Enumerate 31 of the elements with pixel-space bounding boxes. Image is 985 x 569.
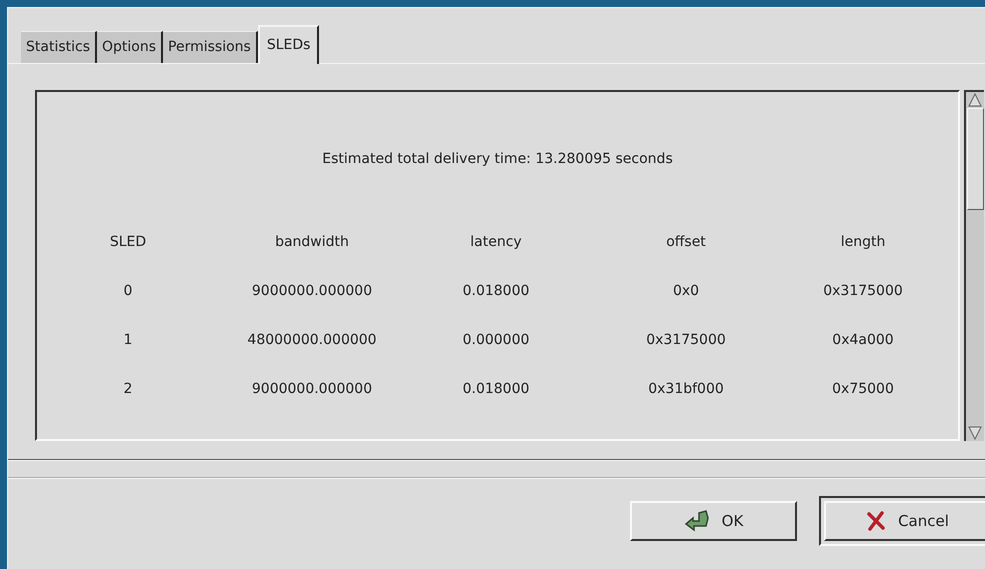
table-cell-text: 1 [122,331,134,350]
cancel-button[interactable]: Cancel [824,501,985,541]
table-cell-text: 0 [122,282,134,301]
table-cell-text: 0x3175000 [645,331,727,350]
table-cell-text: 0.018000 [462,380,530,399]
table-cell-text: 0x3175000 [822,282,904,301]
column-header: length [840,233,886,252]
table-cell-text: 0x4a000 [831,331,895,350]
table-cell-text: 9000000.000000 [250,282,374,301]
column-header: SLED [108,233,148,252]
table-cell-text: 0x75000 [831,380,895,399]
table-cell-text: 0.000000 [462,331,530,350]
tab[interactable]: Options [97,31,164,63]
tab[interactable]: Statistics [21,31,97,63]
tab[interactable]: SLEDs [258,25,320,64]
delivery-time-text: Estimated total delivery time: 13.280095 seconds [321,150,674,169]
table-cell-text: 0x0 [672,282,700,301]
column-header: bandwidth [274,233,350,252]
table-cell-text: 0x31bf000 [647,380,725,399]
cross-icon [866,511,886,531]
table-cell-text: 9000000.000000 [250,380,374,399]
scroll-down-icon[interactable] [967,425,983,441]
table-cell-text: 48000000.000000 [246,331,378,350]
tab[interactable]: Permissions [163,31,258,63]
table-cell-text: 2 [122,380,134,399]
ok-button[interactable]: OK [630,501,797,541]
scrollbar[interactable] [964,90,984,441]
column-header: offset [665,233,707,252]
arrow-icon [684,510,710,532]
column-header: latency [469,233,523,252]
table-cell-text: 0.018000 [462,282,530,301]
